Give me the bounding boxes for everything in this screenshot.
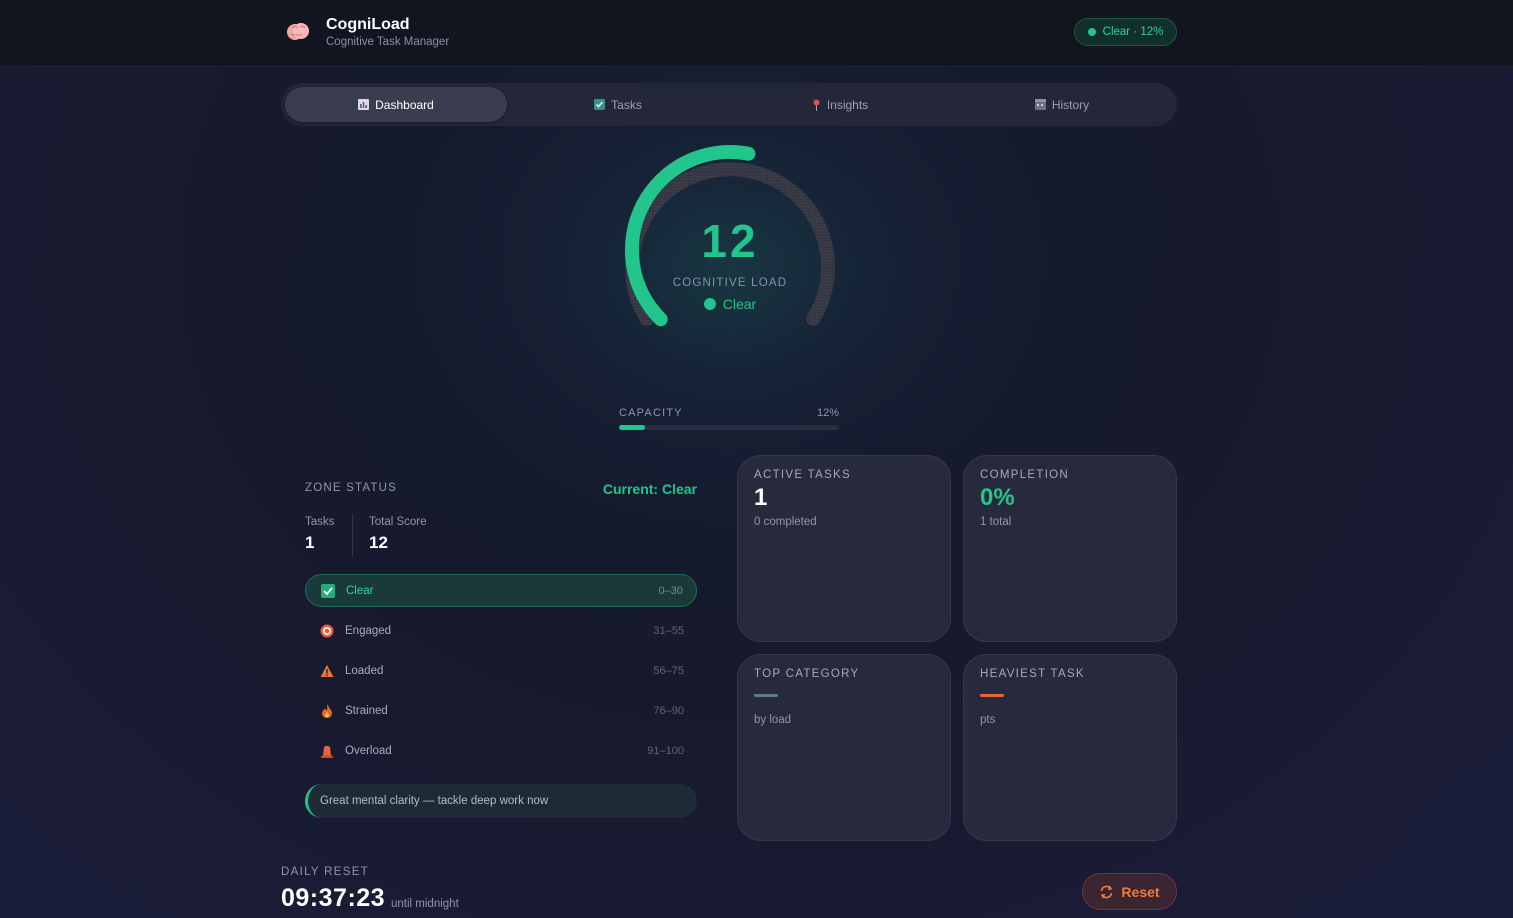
checkbox-icon xyxy=(594,99,606,110)
zone-tip: Great mental clarity — tackle deep work … xyxy=(305,784,697,818)
tab-label: History xyxy=(1051,97,1090,112)
status-badge-text: Clear · 12% xyxy=(1102,26,1164,38)
app-title: CogniLoad xyxy=(326,16,410,33)
reset-until-text: until midnight xyxy=(391,898,459,910)
tab-history[interactable]: History xyxy=(951,87,1173,122)
app-subtitle: Cognitive Task Manager xyxy=(326,36,450,48)
warning-icon xyxy=(319,663,335,679)
zone-name: Strained xyxy=(345,704,388,717)
zone-row-strained: Strained 76–90 xyxy=(305,694,697,727)
gauge-value: 12 xyxy=(701,215,759,267)
reset-button[interactable]: Reset xyxy=(1082,873,1177,910)
reset-button-label: Reset xyxy=(1121,883,1160,900)
tab-label: Tasks xyxy=(611,97,642,112)
tab-label: Dashboard xyxy=(375,97,434,112)
top-bar: CogniLoad Cognitive Task Manager Clear ·… xyxy=(0,0,1513,67)
refresh-icon xyxy=(1101,885,1113,898)
zone-name: Overload xyxy=(345,744,392,757)
total-score-label: Total Score xyxy=(369,516,427,528)
gauge-label: COGNITIVE LOAD xyxy=(672,277,788,289)
zone-status-title: ZONE STATUS xyxy=(305,482,397,494)
calendar-icon xyxy=(1034,99,1046,110)
tasks-count-label: Tasks xyxy=(305,516,335,528)
zone-range: 76–90 xyxy=(653,704,684,717)
current-zone: Current: Clear xyxy=(602,481,697,497)
total-count: 1 total xyxy=(980,516,1012,528)
card-title: HEAVIEST TASK xyxy=(980,668,1085,680)
zone-range: 91–100 xyxy=(647,744,684,757)
zone-range: 31–55 xyxy=(653,624,684,637)
zone-row-loaded: Loaded 56–75 xyxy=(305,654,697,687)
completion-value: 0% xyxy=(980,484,1015,511)
capacity-percent: 12% xyxy=(816,407,839,419)
zone-row-engaged: Engaged 31–55 xyxy=(305,614,697,647)
zone-name: Loaded xyxy=(345,664,384,677)
active-tasks-card: ACTIVE TASKS 1 0 completed xyxy=(737,455,951,642)
zone-name: Clear xyxy=(346,584,374,597)
zone-row-overload: Overload 91–100 xyxy=(305,734,697,767)
capacity-label: CAPACITY xyxy=(619,407,683,419)
tab-label: Insights xyxy=(826,97,869,112)
status-dot-icon xyxy=(1087,28,1096,36)
tab-insights[interactable]: Insights xyxy=(729,87,951,122)
target-icon xyxy=(319,623,335,639)
zone-range: 56–75 xyxy=(653,664,684,677)
alarm-icon xyxy=(319,743,335,759)
zone-name: Engaged xyxy=(345,624,392,637)
tasks-count-value: 1 xyxy=(305,533,315,552)
card-title: COMPLETION xyxy=(980,469,1070,481)
completed-count: 0 completed xyxy=(754,516,817,528)
gauge-zone: Clear xyxy=(630,296,830,312)
card-title: ACTIVE TASKS xyxy=(754,469,851,481)
heaviest-sub: pts xyxy=(980,714,996,726)
active-tasks-value: 1 xyxy=(754,484,768,511)
load-status-badge: Clear · 12% xyxy=(1074,18,1177,46)
brain-icon xyxy=(287,23,309,40)
category-sub: by load xyxy=(754,714,792,726)
category-dash xyxy=(754,694,778,697)
card-title: TOP CATEGORY xyxy=(754,668,860,680)
tab-tasks[interactable]: Tasks xyxy=(507,87,729,122)
total-score-value: 12 xyxy=(369,533,388,552)
daily-reset-label: DAILY RESET xyxy=(281,866,370,878)
reset-countdown: 09:37:23 xyxy=(281,884,386,912)
completion-card: COMPLETION 0% 1 total xyxy=(963,455,1177,642)
zone-row-clear: Clear 0–30 xyxy=(305,574,697,607)
tab-dashboard[interactable]: Dashboard xyxy=(285,87,507,122)
gauge-zone-text: Clear xyxy=(722,296,757,312)
chart-icon xyxy=(358,99,370,110)
heaviest-dash xyxy=(980,694,1004,697)
capacity-bar xyxy=(619,425,839,430)
stat-divider xyxy=(352,514,353,556)
top-category-card: TOP CATEGORY by load xyxy=(737,654,951,841)
check-icon xyxy=(320,583,336,599)
zone-dot-icon xyxy=(703,298,716,310)
capacity-bar-fill xyxy=(619,425,646,430)
pin-icon xyxy=(813,99,820,111)
heaviest-task-card: HEAVIEST TASK pts xyxy=(963,654,1177,841)
fire-icon xyxy=(319,703,335,719)
zone-range: 0–30 xyxy=(658,584,683,597)
